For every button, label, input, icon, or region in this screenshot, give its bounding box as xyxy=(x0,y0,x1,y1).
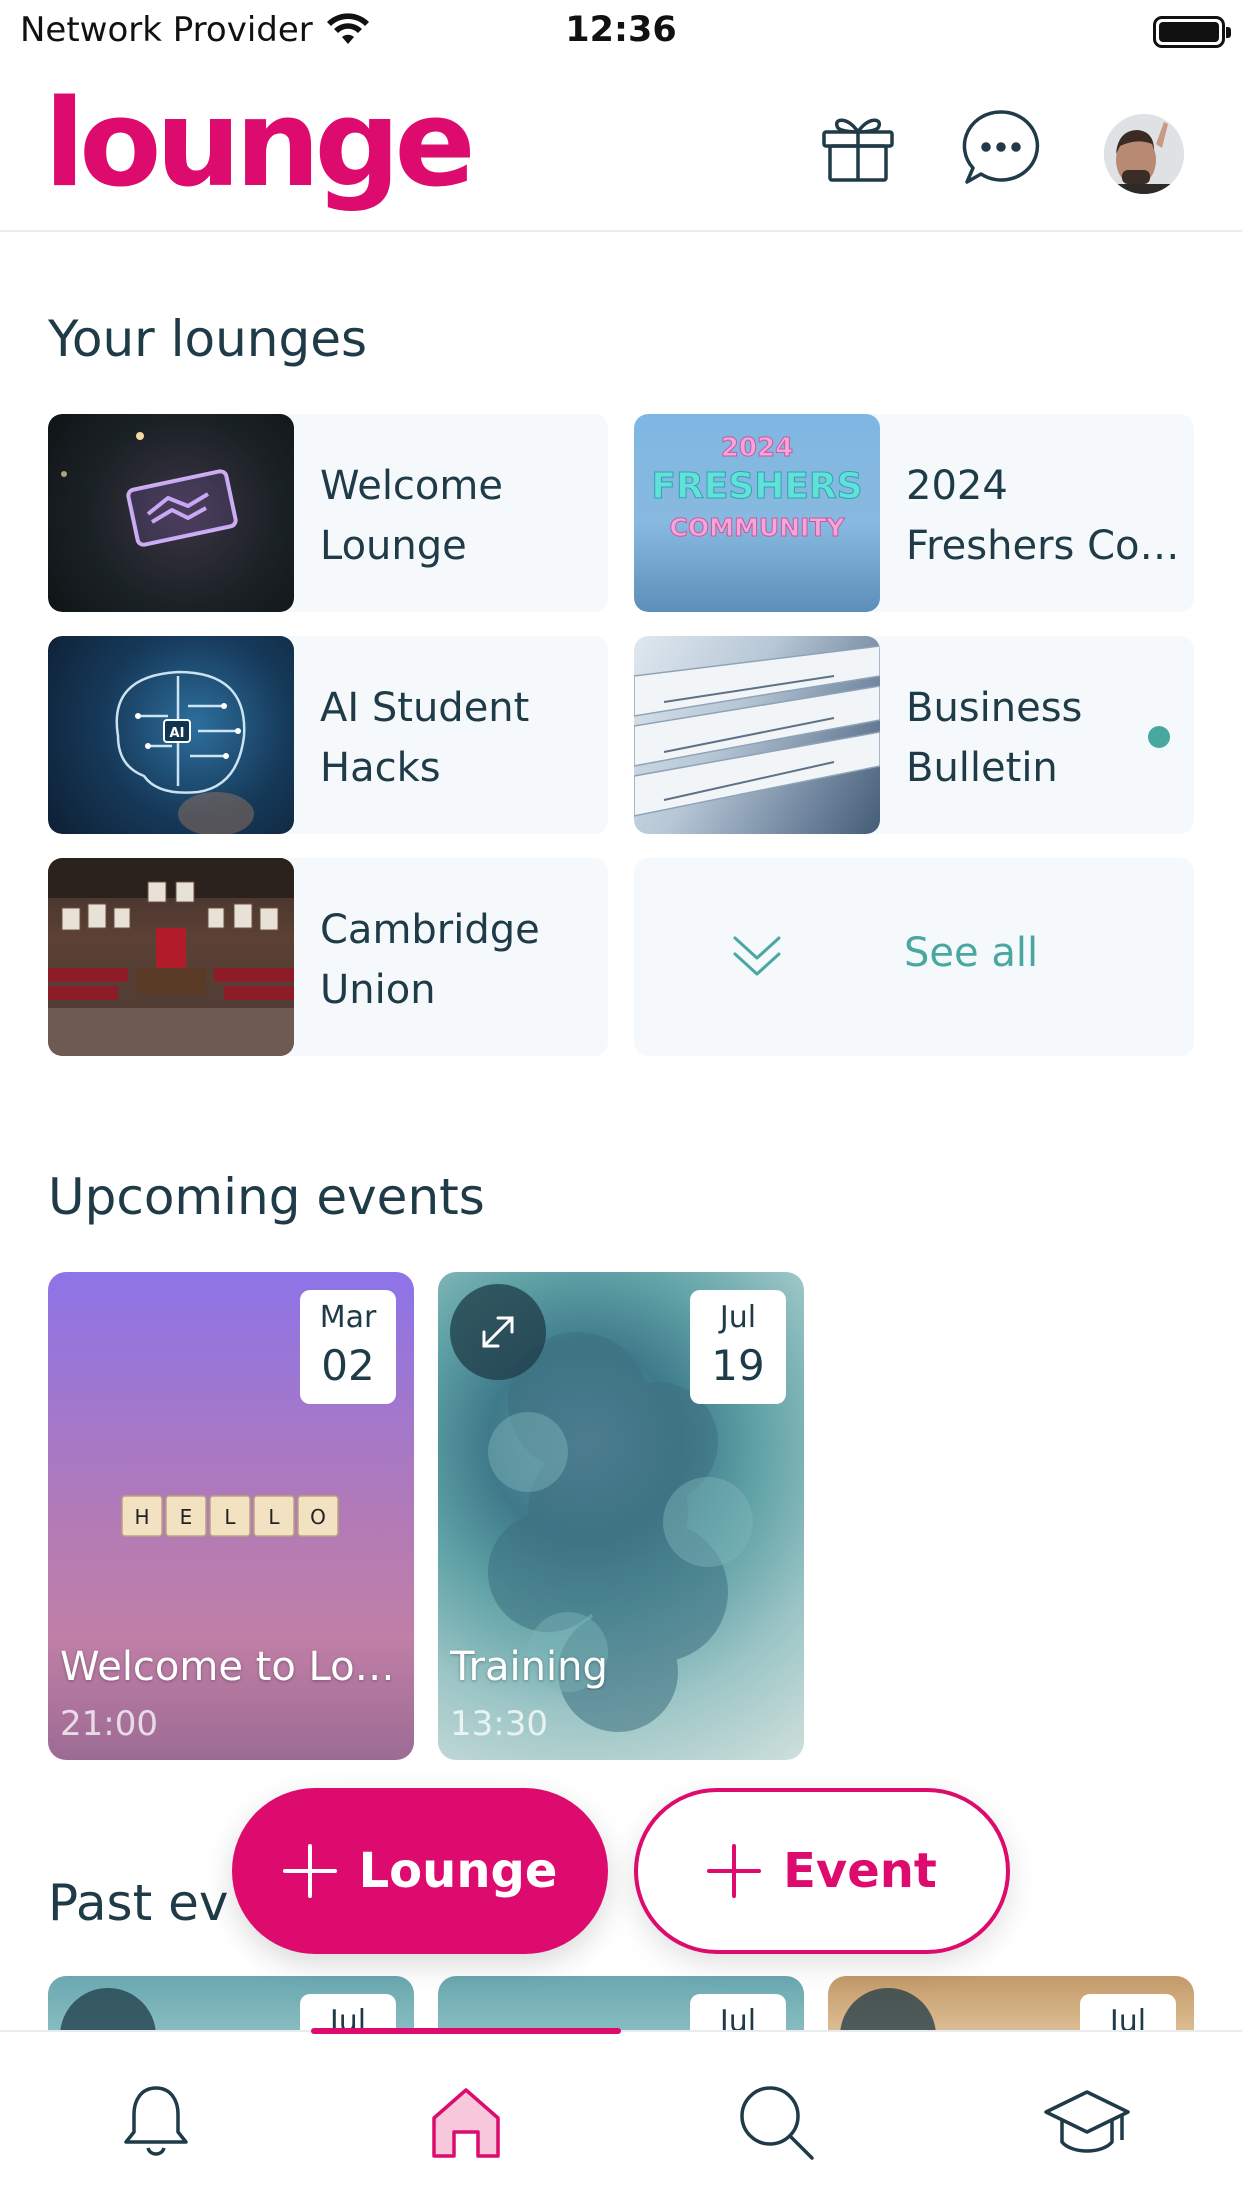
bell-icon[interactable] xyxy=(114,2080,198,2164)
chevron-down-icon xyxy=(733,936,781,976)
create-event-button[interactable]: Event xyxy=(634,1788,1010,1954)
create-event-label: Event xyxy=(783,1843,937,1899)
app-header: lounge xyxy=(0,64,1242,232)
lounge-name: 2024 Freshers Co… xyxy=(906,463,1180,569)
event-card-welcome[interactable]: Mar 02 H E L L O Welcome to Lo… 21:00 xyxy=(48,1272,414,1760)
event-title: Welcome to Lo… xyxy=(60,1644,395,1690)
lounge-logo: lounge xyxy=(44,75,476,214)
expand-icon xyxy=(482,1316,514,1348)
event-time: 13:30 xyxy=(450,1704,548,1744)
date-month: Jul xyxy=(719,1300,757,1335)
date-day: 02 xyxy=(321,1341,375,1390)
lounge-thumbnail xyxy=(634,636,880,834)
lounge-card-ai-student-hacks[interactable]: AI AI Student Hacks xyxy=(48,636,608,834)
date-badge: Jul 19 xyxy=(690,1290,786,1404)
status-bar: Network Provider 12:36 xyxy=(0,0,1242,64)
thumb-community-text: COMMUNITY xyxy=(669,513,845,542)
thumb-year-text: 2024 xyxy=(721,433,793,463)
lounge-card-business-bulletin[interactable]: Business Bulletin xyxy=(634,636,1194,834)
lounge-thumbnail: AI xyxy=(48,636,294,834)
lounge-card-cambridge-union[interactable]: Cambridge Union xyxy=(48,858,608,1056)
tile-letter: L xyxy=(268,1505,280,1529)
past-events-title: Past ev xyxy=(48,1874,229,1932)
clock: 12:36 xyxy=(565,10,677,50)
see-all-label: See all xyxy=(904,930,1039,976)
your-lounges-title: Your lounges xyxy=(48,310,368,368)
lounge-name: AI Student Hacks xyxy=(320,685,530,791)
expand-button[interactable] xyxy=(450,1284,546,1380)
lounge-thumbnail xyxy=(48,414,294,612)
bottom-nav xyxy=(0,2028,1242,2208)
tile-letter: H xyxy=(134,1505,149,1529)
lounge-thumbnail xyxy=(48,858,294,1056)
thumb-freshers-text: FRESHERS xyxy=(651,466,862,507)
tile-letter: L xyxy=(224,1505,236,1529)
create-lounge-button[interactable]: Lounge xyxy=(232,1788,608,1954)
graduation-cap-icon[interactable] xyxy=(1042,2080,1132,2164)
active-tab-indicator xyxy=(311,2028,621,2034)
lounge-name: Business Bulletin xyxy=(906,685,1083,791)
plus-icon xyxy=(282,1844,337,1898)
date-day: 19 xyxy=(711,1341,765,1390)
lounge-name: Welcome Lounge xyxy=(320,463,503,569)
thumb-ai-text: AI xyxy=(170,726,185,741)
unread-indicator xyxy=(1148,726,1170,748)
see-all-lounges-button[interactable]: See all xyxy=(634,858,1194,1056)
chat-icon[interactable] xyxy=(961,108,1041,188)
profile-avatar[interactable] xyxy=(1104,114,1184,194)
search-icon[interactable] xyxy=(734,2080,818,2164)
event-title: Training xyxy=(450,1644,608,1690)
date-badge: Mar 02 xyxy=(300,1290,396,1404)
battery-icon xyxy=(1153,16,1231,48)
plus-icon xyxy=(707,1844,762,1898)
gift-icon[interactable] xyxy=(818,108,898,188)
event-card-training[interactable]: Jul 19 Training 13:30 xyxy=(438,1272,804,1760)
lounge-thumbnail: 2024 FRESHERS COMMUNITY xyxy=(634,414,880,612)
home-icon[interactable] xyxy=(424,2080,508,2164)
hello-tiles-image: H E L L O xyxy=(121,1495,339,1537)
upcoming-events-title: Upcoming events xyxy=(48,1168,485,1226)
create-lounge-label: Lounge xyxy=(358,1843,558,1899)
lounge-name: Cambridge Union xyxy=(320,907,540,1013)
event-time: 21:00 xyxy=(60,1704,158,1744)
tile-letter: O xyxy=(310,1505,326,1529)
lounge-card-freshers[interactable]: 2024 FRESHERS COMMUNITY 2024 Freshers Co… xyxy=(634,414,1194,612)
date-month: Mar xyxy=(319,1300,377,1335)
lounge-card-welcome[interactable]: Welcome Lounge xyxy=(48,414,608,612)
tile-letter: E xyxy=(180,1505,193,1529)
